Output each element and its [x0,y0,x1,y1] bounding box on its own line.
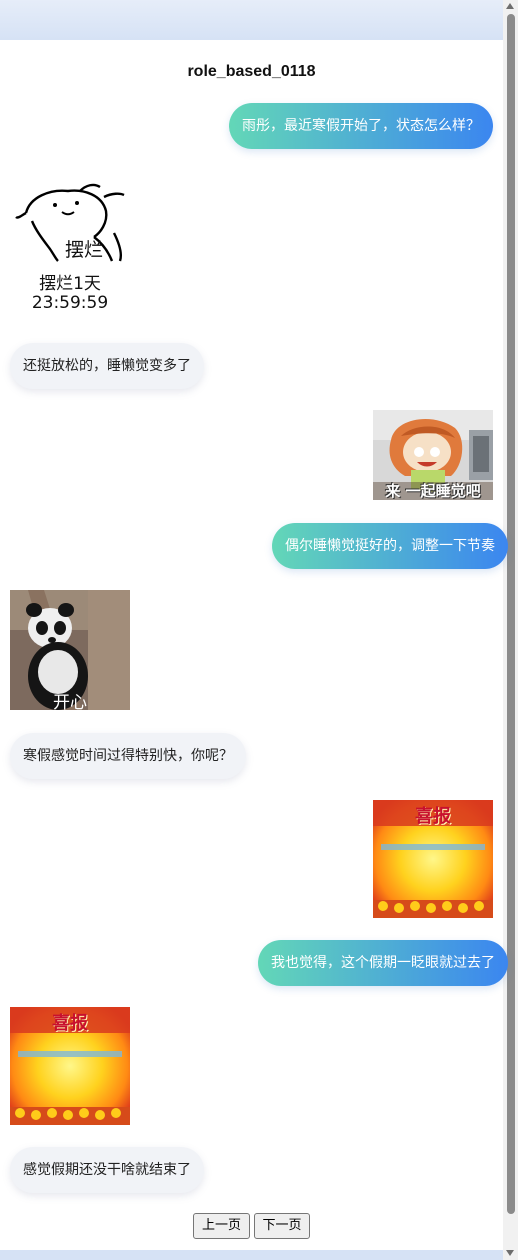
sticker-line2: 23:59:59 [31,293,109,313]
message-bubble-received: 感觉假期还没干啥就结束了 [10,1147,204,1193]
scrollbar-thumb[interactable] [507,14,515,1214]
window-bottom-band [0,1250,518,1260]
page-title: role_based_0118 [187,63,316,80]
lying-flat-sticker[interactable]: 摆烂 摆烂1天 23:59:59 [10,175,130,315]
message-bubble-received: 寒假感觉时间过得特别快，你呢？ [10,733,246,779]
sticker-caption: 来 一起睡觉吧 [385,482,481,500]
sticker-caption: 喜报 [52,1013,88,1034]
message-bubble-sent: 我也觉得，这个假期一眨眼就过去了 [258,940,508,986]
scrollbar[interactable] [503,0,518,1260]
good-news-poster-sticker[interactable]: 喜报 [373,800,493,918]
message-bubble-sent: 偶尔睡懒觉挺好的，调整一下节奏 [272,523,508,569]
sticker-caption: 喜报 [415,806,451,827]
scroll-down-icon[interactable] [506,1250,514,1256]
window-top-band [0,0,518,40]
message-bubble-sent: 雨彤，最近寒假开始了，状态怎么样？ [229,103,493,149]
next-page-button[interactable]: 下一页 [254,1213,310,1239]
panda-sticker[interactable]: 开心 [10,590,130,710]
message-bubble-received: 还挺放松的，睡懒觉变多了 [10,343,204,389]
sticker-caption: 摆烂 [64,239,103,261]
sticker-caption: 开心 [53,693,87,710]
good-news-poster-sticker[interactable]: 喜报 [10,1007,130,1125]
sticker-line1: 摆烂1天 [39,274,101,294]
scroll-up-icon[interactable] [506,3,514,9]
anime-girl-sleep-sticker[interactable]: 来 一起睡觉吧 [373,410,493,500]
prev-page-button[interactable]: 上一页 [193,1213,250,1239]
